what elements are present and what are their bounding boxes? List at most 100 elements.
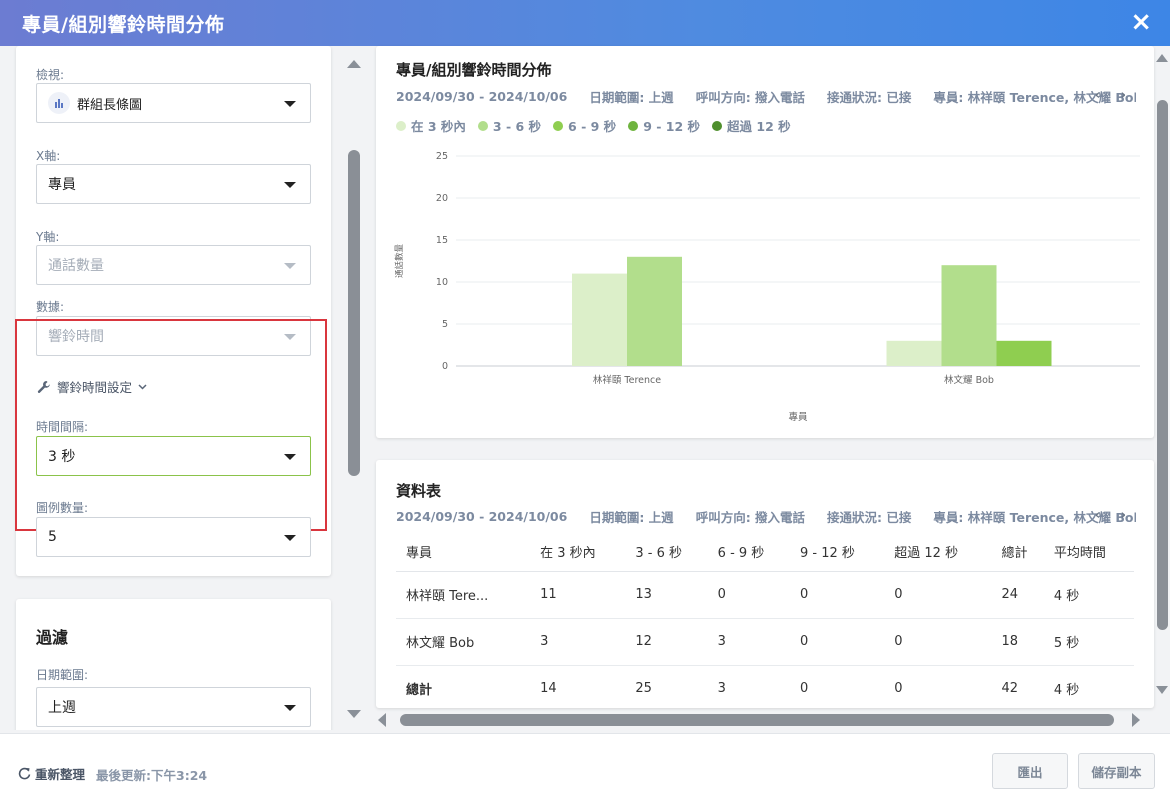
last-update-text: 最後更新:下午3:24 [96,768,208,783]
bar [572,273,627,366]
scroll-down-arrow-icon[interactable] [347,710,361,718]
right-scrollbar-thumb[interactable] [1157,100,1168,630]
view-label: 檢視: [36,68,65,82]
horizontal-scrollbar-thumb[interactable] [400,714,1114,726]
left-scrollbar[interactable] [340,46,366,730]
refresh-button[interactable]: 重新整理 [18,764,85,783]
x-tick-label: 林文耀 Bob [944,374,994,386]
wrench-icon [37,380,50,393]
table-title: 資料表 [396,482,442,500]
data-label: 數據: [36,300,65,314]
legend-dot-icon [396,120,406,131]
legend-dot-icon [712,120,723,131]
table-cell: 18 [991,618,1044,666]
meta-direction: 呼叫方向: 撥入電話 [695,89,806,105]
chevron-down-icon [284,535,296,541]
chevron-down-icon [284,705,296,711]
legend-count-label: 圖例數量: [36,501,89,515]
data-table-card: 資料表 2024/09/30 - 2024/10/06 日期範圍: 上週 呼叫方… [376,460,1154,708]
table-cell: 13 [625,571,708,619]
table-cell: 24 [991,571,1044,619]
close-icon[interactable]: × [1130,8,1152,36]
table-cell[interactable]: 林祥頤 Tere... [396,571,531,619]
legend-item[interactable]: 超過 12 秒 [712,116,791,135]
right-scrollbar[interactable] [1154,46,1170,706]
ring-settings-label: 響鈴時間設定 [57,380,133,395]
legend-dot-icon [553,120,564,131]
meta-direction: 呼叫方向: 撥入電話 [695,509,806,525]
column-header[interactable]: 專員 [396,533,531,572]
legend-label: 3 - 6 秒 [492,119,542,134]
legend-item[interactable]: 在 3 秒內 [396,116,466,135]
y-axis-select[interactable]: 通話數量 [36,245,311,285]
table-cell: 總計 [406,683,433,699]
bar [627,256,682,366]
y-tick-label: 25 [436,151,448,162]
legend-label: 9 - 12 秒 [643,119,701,134]
y-tick-label: 20 [436,193,448,204]
table-cell[interactable]: 林文耀 Bob [396,618,531,666]
chart-legend: 在 3 秒內 3 - 6 秒 6 - 9 秒 9 - 12 秒 超過 12 秒 [396,116,791,135]
interval-select[interactable]: 3 秒 [36,436,311,476]
legend-item[interactable]: 9 - 12 秒 [628,116,700,135]
column-header[interactable]: 3 - 6 秒 [625,533,708,572]
bar [886,340,942,366]
y-axis-value: 通話數量 [48,258,104,274]
ring-settings-toggle[interactable]: 響鈴時間設定 [37,377,147,396]
y-tick-label: 15 [436,235,448,246]
column-header[interactable]: 9 - 12 秒 [789,533,885,572]
date-range-select[interactable]: 上週 [36,687,311,727]
x-axis-title: 專員 [788,411,808,423]
table-cell: 0 [884,618,992,666]
refresh-label: 重新整理 [35,767,86,782]
scroll-up-arrow-icon[interactable] [347,60,361,68]
x-axis-value: 專員 [48,177,76,193]
chart-card: 專員/組別響鈴時間分佈 2024/09/30 - 2024/10/06 日期範圍… [376,46,1154,438]
table-cell: 3 [707,618,790,666]
meta-range: 日期範圍: 上週 [589,89,674,105]
table-cell: 42 [1001,681,1019,697]
table-cell: 0 [707,571,790,619]
column-header[interactable]: 6 - 9 秒 [707,533,790,572]
chart-title: 專員/組別響鈴時間分佈 [396,61,552,79]
column-header[interactable]: 平均時間 [1043,533,1134,572]
chevron-down-icon [284,263,296,269]
horizontal-scrollbar[interactable] [376,708,1146,730]
dialog-footer: 重新整理 最後更新:下午3:24 匯出 儲存副本 [0,733,1170,802]
meta-nav-arrows[interactable]: ‹ › [1095,508,1134,523]
save-copy-button[interactable]: 儲存副本 [1078,753,1155,789]
scroll-down-arrow-icon[interactable] [1156,686,1168,694]
table-cell: 0 [789,571,885,619]
column-header[interactable]: 總計 [991,533,1044,572]
bar [996,340,1052,366]
meta-range: 日期範圍: 上週 [589,509,674,525]
left-scrollbar-thumb[interactable] [348,150,360,476]
data-table: 專員在 3 秒內 3 - 6 秒6 - 9 秒9 - 12 秒超過 12 秒總計平… [396,533,1134,712]
table-cell: 4 秒 [1043,571,1134,619]
dialog-title: 專員/組別響鈴時間分佈 [22,13,225,36]
export-button[interactable]: 匯出 [992,753,1068,789]
table-cell: 0 [894,681,903,697]
scroll-left-arrow-icon[interactable] [378,713,386,727]
legend-label: 在 3 秒內 [411,119,466,134]
legend-dot-icon [628,120,639,131]
meta-status: 接通狀況: 已接 [827,89,912,105]
legend-item[interactable]: 6 - 9 秒 [553,116,616,135]
y-tick-label: 5 [442,319,448,330]
table-cell: 11 [530,571,626,619]
y-tick-label: 10 [436,277,448,288]
legend-count-select[interactable]: 5 [36,517,311,557]
x-axis-select[interactable]: 專員 [36,164,311,204]
column-header[interactable]: 在 3 秒內 [530,533,626,572]
meta-nav-arrows[interactable]: ‹ › [1095,88,1134,103]
column-header[interactable]: 超過 12 秒 [884,533,992,572]
chevron-down-icon [284,101,296,107]
view-select[interactable]: 群組長條圖 [36,83,311,123]
legend-item[interactable]: 3 - 6 秒 [477,116,542,135]
scroll-right-arrow-icon[interactable] [1132,713,1140,727]
scroll-up-arrow-icon[interactable] [1156,54,1168,62]
meta-dates: 2024/09/30 - 2024/10/06 [396,508,568,524]
filter-title: 過濾 [36,628,69,647]
table-cell: 0 [789,618,885,666]
table-row: 總計 14 25 3 0 0 42 4 秒 [396,665,1134,712]
